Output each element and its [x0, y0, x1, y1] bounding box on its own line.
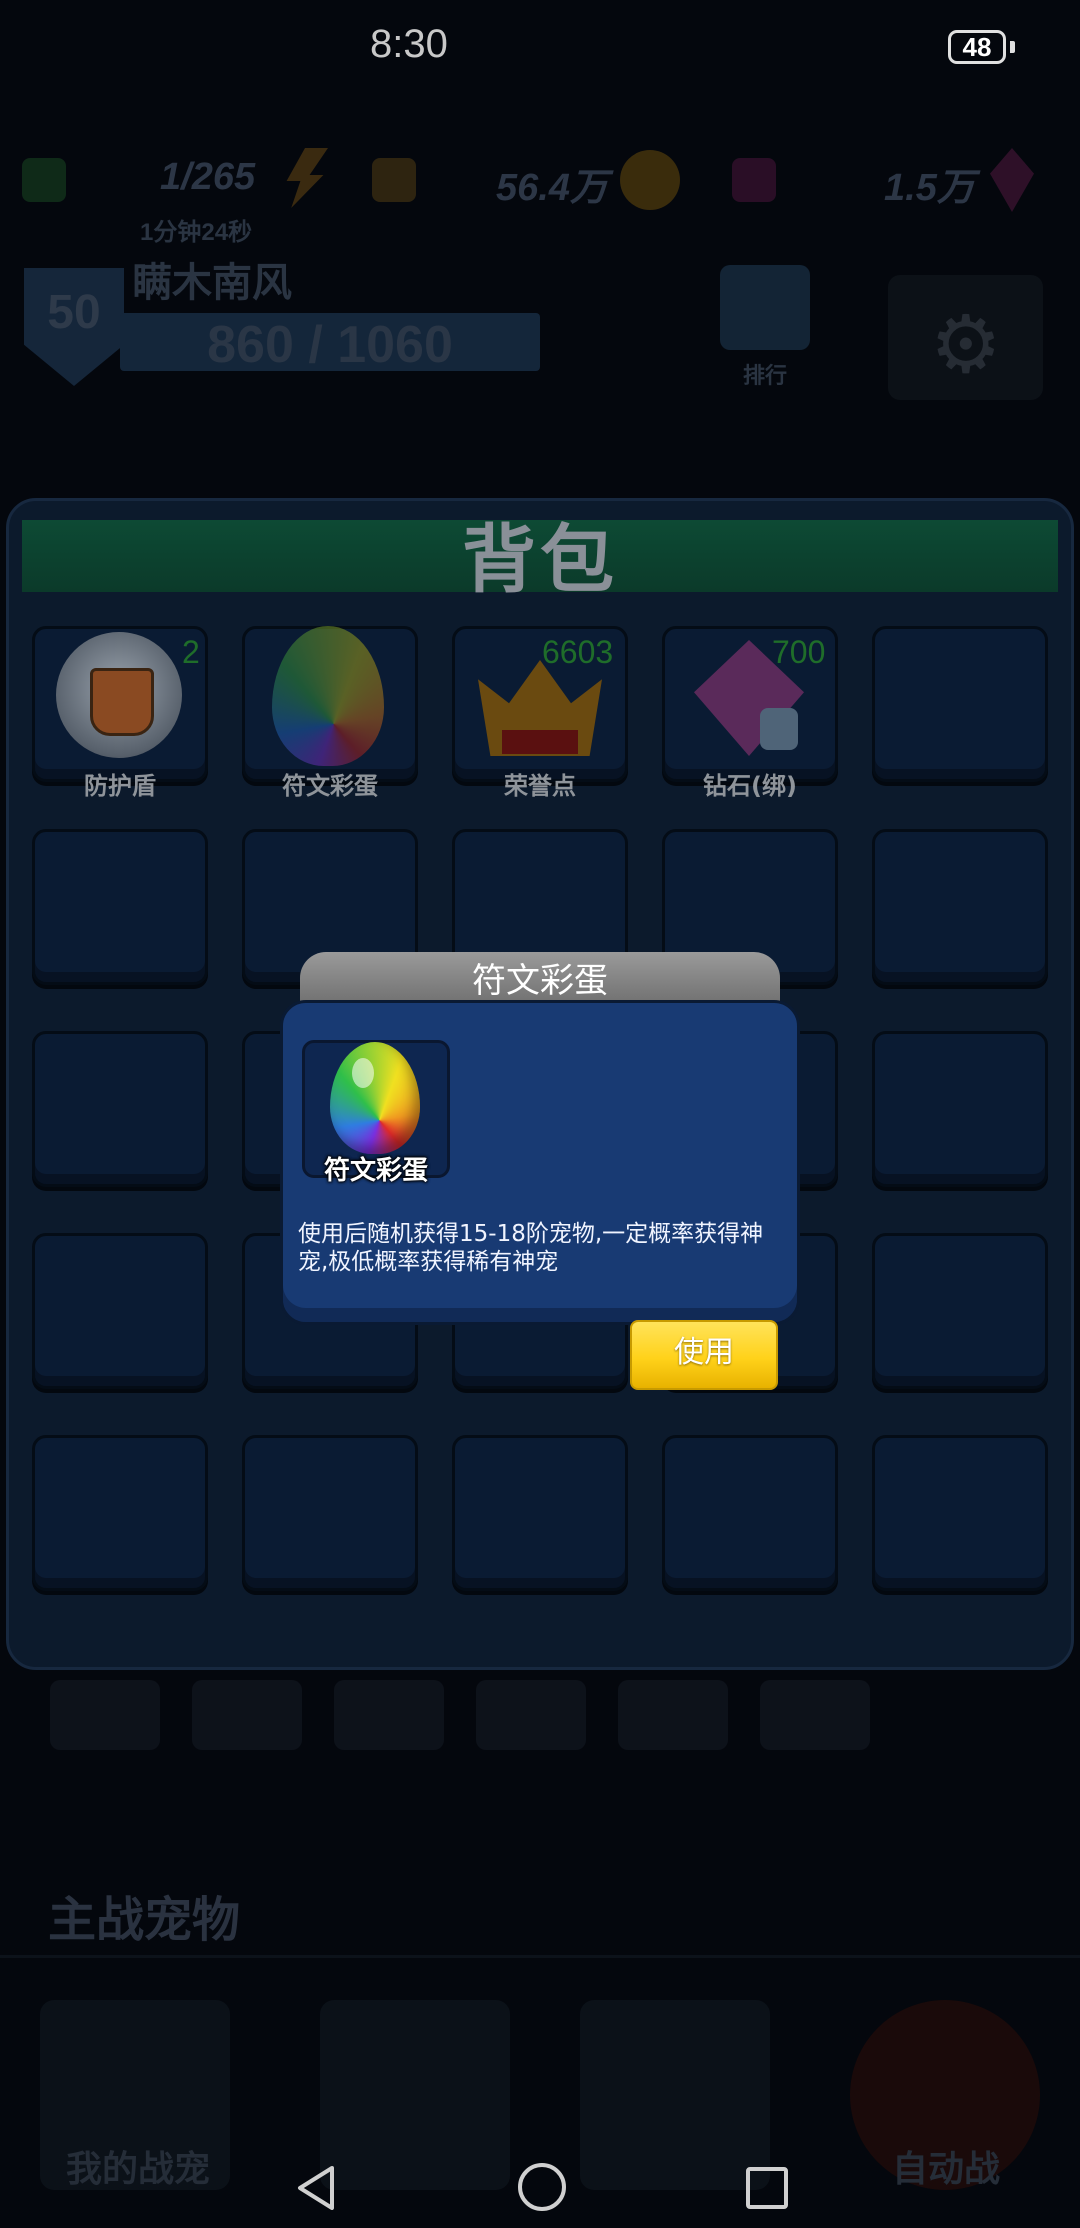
- gold-value: 56.4万: [496, 167, 608, 209]
- my-pets-label: 我的战宠: [65, 2149, 210, 2190]
- main-pets-title: 主战宠物: [48, 1892, 241, 1948]
- crown-band: [502, 730, 578, 754]
- bag-slot-empty[interactable]: [872, 1031, 1048, 1187]
- dialog-description: 使用后随机获得15-18阶宠物,一定概率获得神宠,极低概率获得稀有神宠: [298, 1221, 764, 1275]
- honor-count: 6603: [542, 634, 614, 670]
- bag-slot-empty[interactable]: [32, 829, 208, 985]
- bag-slot-empty[interactable]: [872, 626, 1048, 782]
- gold-coin-icon: [620, 150, 680, 210]
- status-time: 8:30: [370, 22, 448, 66]
- map-card[interactable]: [320, 2000, 510, 2190]
- ranking-label: 排行: [742, 363, 787, 388]
- bag-slot-empty[interactable]: [872, 1435, 1048, 1591]
- bag-slot-empty[interactable]: [242, 1435, 418, 1591]
- gold-add-icon[interactable]: [372, 158, 416, 202]
- battery-tip: [1010, 41, 1015, 53]
- bag-slot-empty[interactable]: [872, 829, 1048, 985]
- battery-icon: 48: [948, 30, 1006, 64]
- strip-item: [192, 1680, 302, 1750]
- timer-text: 1分钟24秒: [140, 219, 253, 246]
- diamond-label: 钻石(绑): [703, 772, 797, 800]
- bag-slot-empty[interactable]: [32, 1233, 208, 1389]
- strip-item: [476, 1680, 586, 1750]
- energy-add-icon[interactable]: [22, 158, 66, 202]
- pink-gem-icon: [990, 148, 1034, 212]
- bag-slot-empty[interactable]: [452, 1435, 628, 1591]
- nav-recent-icon[interactable]: [746, 2167, 788, 2209]
- bag-slot-empty[interactable]: [32, 1031, 208, 1187]
- gem-value: 1.5万: [884, 167, 975, 209]
- bag-title: 背包: [462, 517, 618, 603]
- shield-plate: [90, 668, 154, 736]
- battle-card[interactable]: [580, 2000, 770, 2190]
- strip-item: [760, 1680, 870, 1750]
- strip-item: [50, 1680, 160, 1750]
- honor-label: 荣誉点: [504, 772, 576, 800]
- shield-count: 2: [182, 634, 200, 670]
- auto-battle-label: 自动战: [891, 2149, 1000, 2190]
- player-name: 瞒木南风: [132, 261, 292, 305]
- player-level: 50: [47, 286, 101, 339]
- bag-slot-empty[interactable]: [872, 1233, 1048, 1389]
- lock-icon: [760, 708, 798, 750]
- ranking-button[interactable]: [720, 265, 810, 350]
- use-button-label[interactable]: 使用: [630, 1320, 778, 1386]
- gem-add-icon[interactable]: [732, 158, 776, 202]
- xp-text: 860 / 1060: [207, 316, 453, 374]
- energy-value: 1/265: [160, 156, 256, 198]
- section-divider: [0, 1955, 1080, 1958]
- strip-item: [618, 1680, 728, 1750]
- bag-slot-empty[interactable]: [32, 1435, 208, 1591]
- diamond-count: 700: [772, 634, 826, 670]
- strip-item: [334, 1680, 444, 1750]
- bag-slot-empty[interactable]: [662, 1435, 838, 1591]
- nav-back-icon[interactable]: [296, 2166, 336, 2214]
- rainbow-egg-label: 符文彩蛋: [282, 772, 378, 800]
- nav-home-icon[interactable]: [518, 2163, 566, 2211]
- dialog-item-label: 符文彩蛋: [323, 1156, 428, 1186]
- egg-highlight: [352, 1058, 374, 1088]
- lightning-icon: [286, 148, 328, 208]
- shield-label: 防护盾: [84, 772, 156, 800]
- gear-icon: ⚙: [930, 298, 1002, 391]
